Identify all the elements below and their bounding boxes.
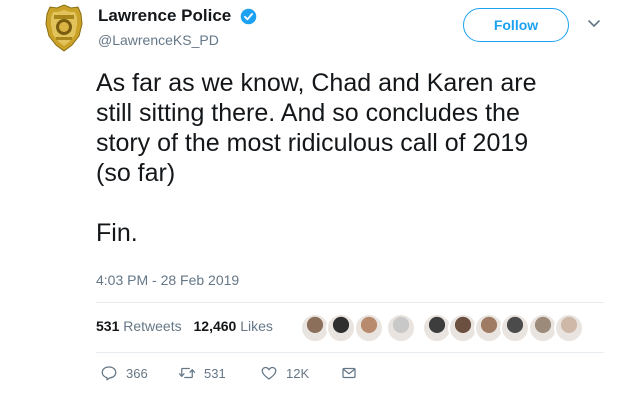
retweet-count: 531 — [204, 365, 226, 381]
liker-avatar[interactable] — [500, 313, 530, 343]
direct-message-button[interactable] — [340, 364, 366, 382]
tweet-header: Lawrence Police @LawrenceKS_PD Follow — [38, 0, 618, 56]
display-name[interactable]: Lawrence Police — [98, 6, 231, 26]
retweet-button[interactable]: 531 — [178, 364, 226, 382]
retweets-count: 531 — [96, 318, 120, 334]
tweet-timestamp[interactable]: 4:03 PM - 28 Feb 2019 — [96, 272, 239, 288]
like-count: 12K — [286, 365, 310, 381]
retweet-icon — [178, 367, 196, 379]
liker-avatar[interactable] — [554, 313, 584, 343]
like-button[interactable]: 12K — [260, 364, 309, 382]
likes-stat[interactable]: 12,460 Likes — [194, 318, 273, 334]
reply-icon — [101, 366, 117, 381]
likes-count: 12,460 — [193, 318, 237, 334]
retweets-stat[interactable]: 531 Retweets — [96, 318, 182, 334]
account-handle[interactable]: @LawrenceKS_PD — [98, 32, 257, 48]
liker-avatar[interactable] — [326, 313, 356, 343]
follow-button[interactable]: Follow — [463, 8, 569, 42]
police-badge-icon[interactable] — [44, 4, 84, 52]
engagement-stats: 531 Retweets 12,460 Likes — [96, 318, 281, 334]
heart-icon — [261, 366, 277, 380]
verified-badge-icon — [240, 8, 256, 24]
divider — [96, 352, 604, 353]
account-info: Lawrence Police @LawrenceKS_PD — [98, 6, 257, 48]
tweet-text: As far as we know, Chad and Karen are st… — [96, 69, 537, 247]
divider — [96, 302, 604, 303]
reply-button[interactable]: 366 — [100, 364, 148, 382]
retweets-label: Retweets — [123, 318, 182, 334]
reply-count: 366 — [126, 365, 148, 381]
liker-avatar[interactable] — [354, 313, 384, 343]
likes-label: Likes — [240, 318, 273, 334]
liker-avatar[interactable] — [386, 313, 416, 343]
chevron-down-icon[interactable] — [587, 19, 601, 29]
direct-message-icon — [342, 367, 356, 379]
